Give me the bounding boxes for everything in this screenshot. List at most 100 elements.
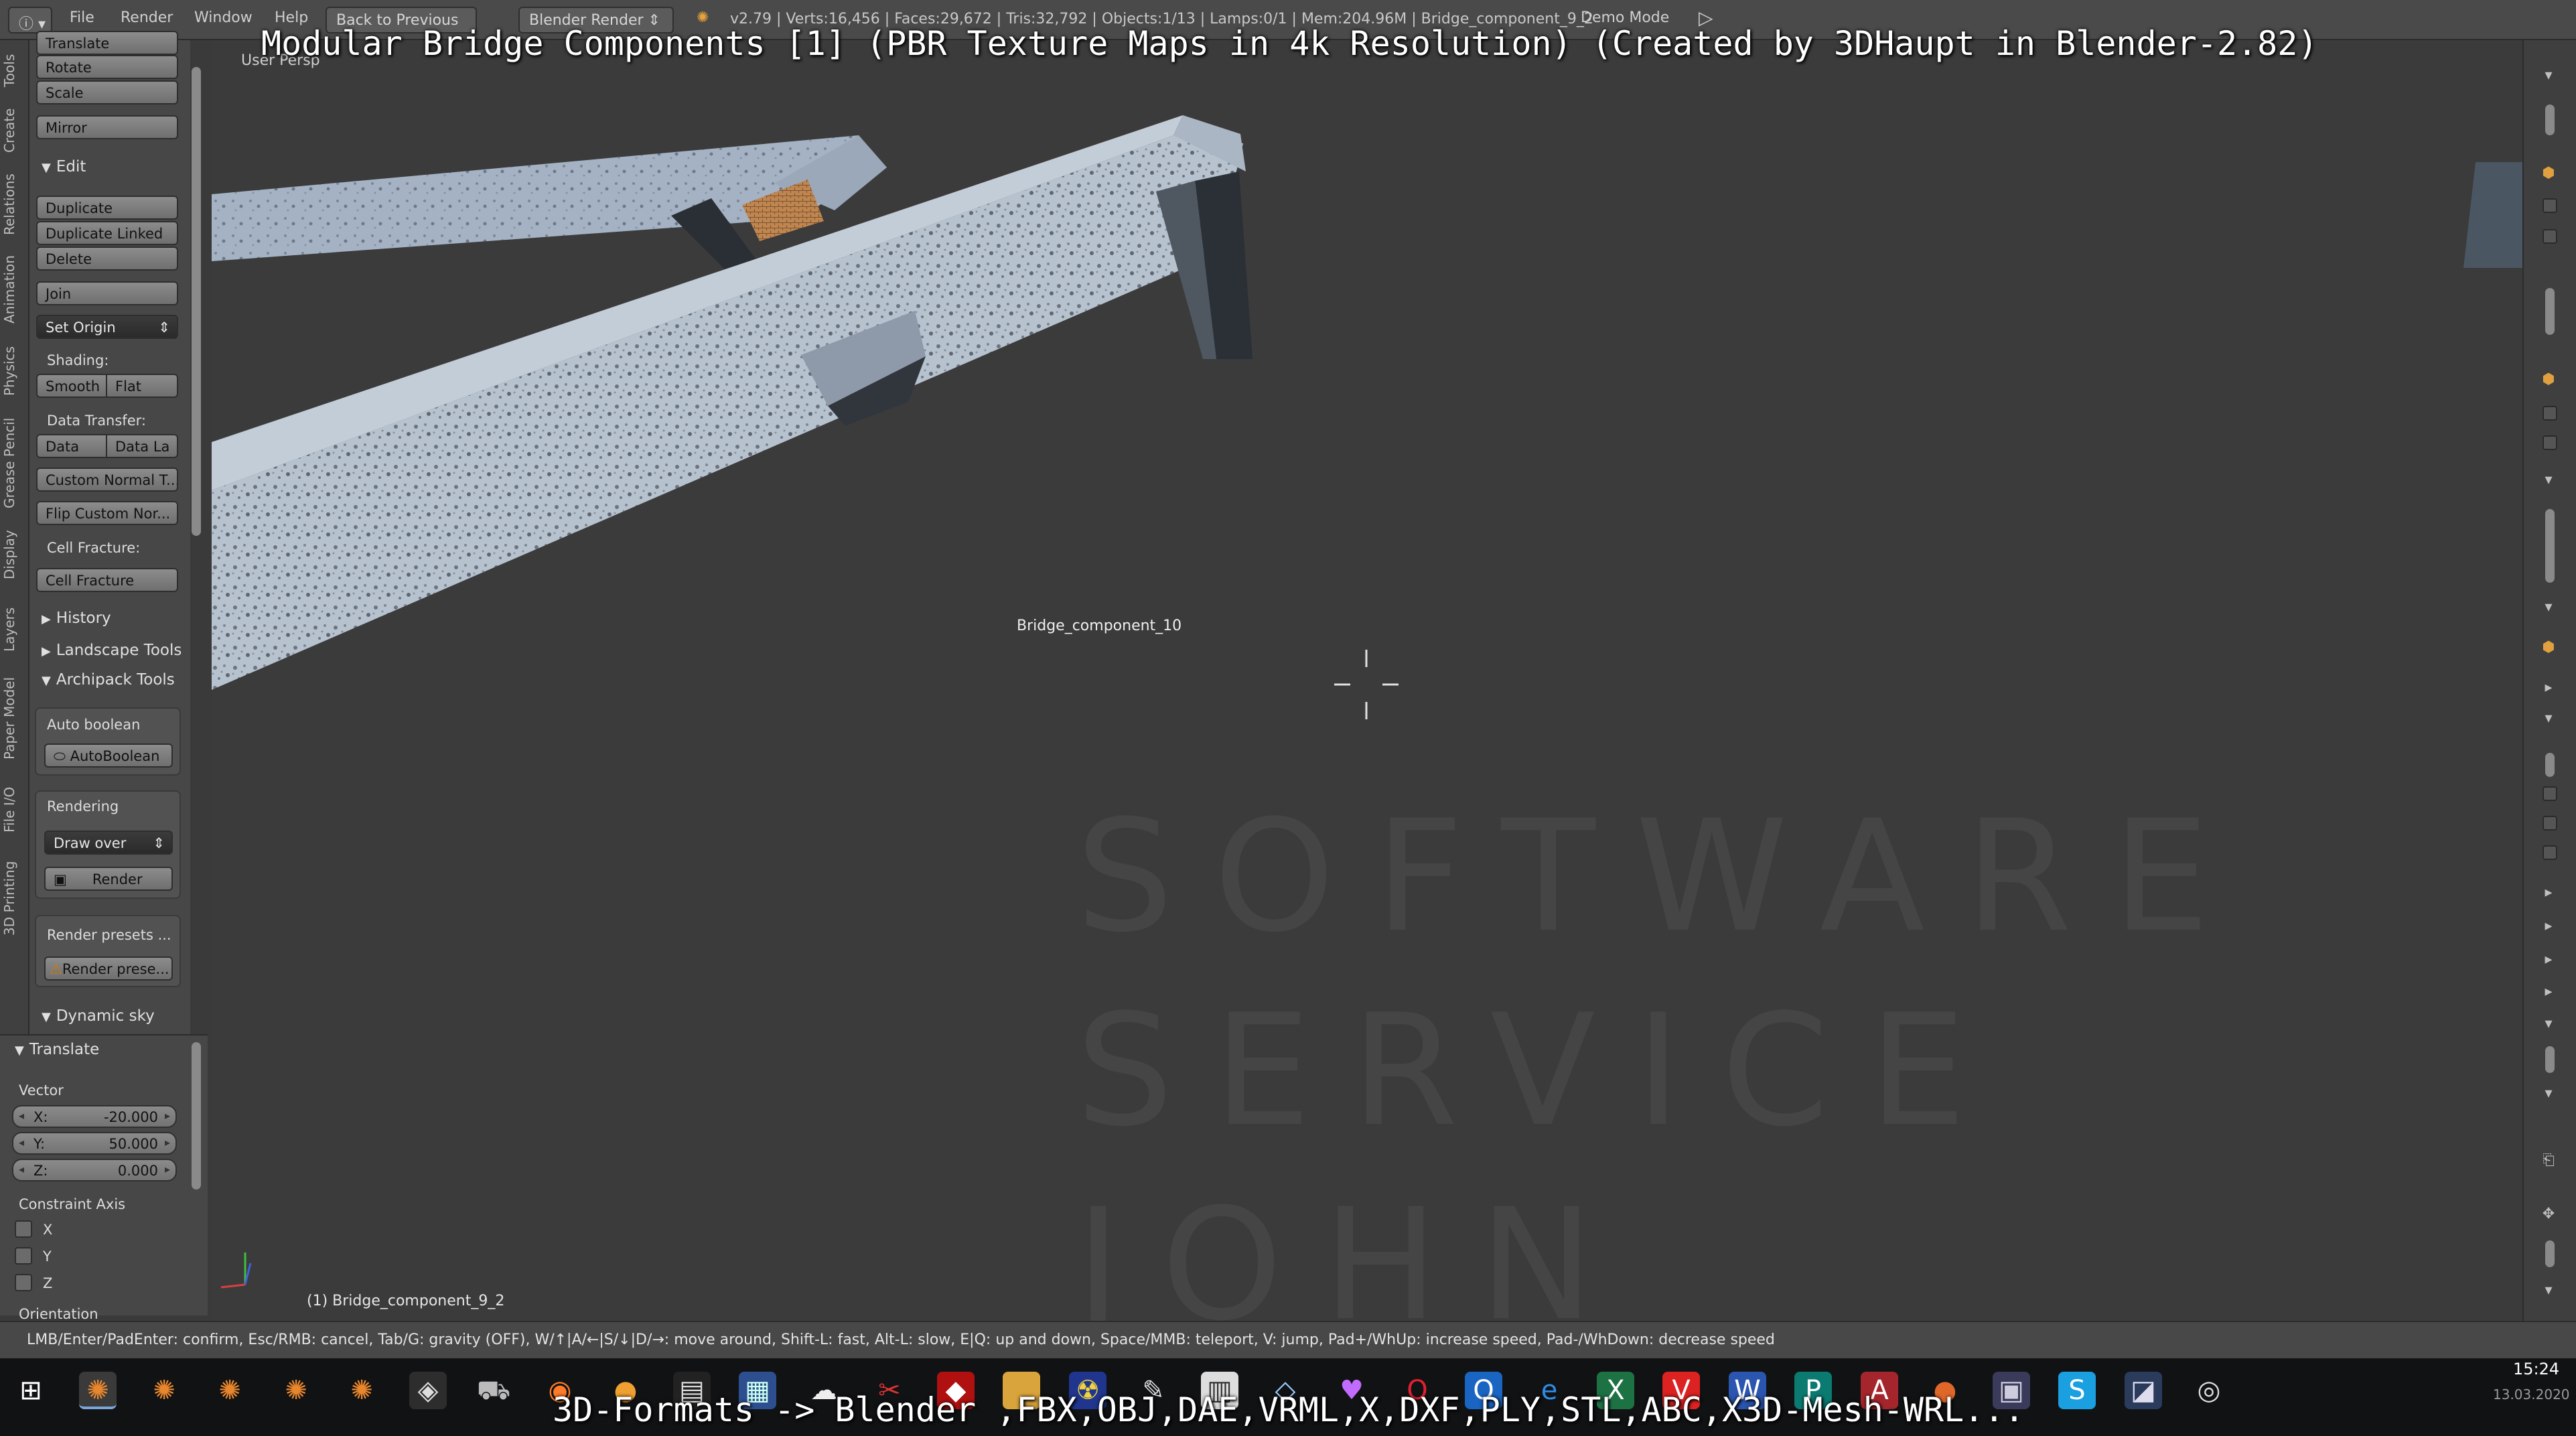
tab-display[interactable]: Display [1, 521, 28, 588]
chevron-down-icon[interactable]: ▾ [2538, 599, 2559, 619]
vector-y-field[interactable]: ◂ Y: 50.000 ▸ [12, 1132, 177, 1155]
tab-layers[interactable]: Layers [1, 596, 28, 663]
set-origin-dropdown[interactable]: Set Origin ⇕ [36, 315, 178, 339]
editor-type-dropdown[interactable]: ⓘ ▾ [8, 7, 52, 33]
translate-button[interactable]: Translate [36, 31, 178, 55]
toggle-slot[interactable] [2543, 229, 2557, 244]
chevron-down-icon[interactable]: ▾ [2538, 472, 2559, 492]
y-field-value: 50.000 [109, 1136, 158, 1152]
chevron-down-icon[interactable]: ▾ [2538, 1015, 2559, 1035]
tab-create[interactable]: Create [1, 100, 28, 161]
blender-icon[interactable]: ✺ [145, 1372, 183, 1409]
duplicate-button[interactable]: Duplicate [36, 196, 178, 220]
slider-handle[interactable] [2545, 1046, 2555, 1073]
windows-start-icon[interactable]: ⊞ [12, 1372, 50, 1409]
car-app-icon[interactable]: ⛟ [475, 1372, 512, 1409]
object-icon[interactable]: ⬢ [2538, 639, 2559, 659]
archipack-header-label: Archipack Tools [56, 671, 175, 689]
data-layout-button[interactable]: Data La [106, 434, 178, 458]
clipboard-icon[interactable]: ⎗ [2538, 1152, 2559, 1172]
toggle-slot[interactable] [2543, 845, 2557, 860]
y-field-label: Y: [33, 1136, 46, 1152]
blender-icon[interactable]: ✺ [277, 1372, 315, 1409]
tab-animation[interactable]: Animation [1, 249, 28, 330]
auto-boolean-button[interactable]: ⬭ AutoBoolean [44, 743, 173, 768]
chevron-down-icon[interactable]: ▾ [2538, 1282, 2559, 1302]
blender-icon[interactable]: ✺ [211, 1372, 248, 1409]
tab-3d-printing[interactable]: 3D Printing [1, 855, 28, 942]
3d-viewport[interactable]: SOFTWARE SERVICE JOHN User Persp Bridge_… [212, 40, 2524, 1321]
chevron-right-icon[interactable]: ▸ [2538, 679, 2559, 699]
flat-button[interactable]: Flat [106, 374, 178, 398]
blender-icon[interactable]: ✺ [343, 1372, 380, 1409]
object-icon[interactable]: ⬢ [2538, 165, 2559, 185]
cell-fracture-button[interactable]: Cell Fracture [36, 568, 178, 592]
decrement-icon: ◂ [19, 1109, 25, 1122]
tab-tools[interactable]: Tools [1, 47, 28, 94]
render-button[interactable]: ▣ Render [44, 867, 173, 891]
tab-file-io[interactable]: File I/O [1, 773, 28, 847]
flip-custom-normals-button[interactable]: Flip Custom Nor... [36, 501, 178, 525]
toggle-slot[interactable] [2543, 786, 2557, 801]
render-presets-button[interactable]: ⚠Render prese... [44, 956, 173, 981]
object-icon[interactable]: ⬢ [2538, 371, 2559, 391]
constraint-x-checkbox[interactable] [15, 1220, 32, 1238]
slider-handle[interactable] [2545, 1240, 2555, 1267]
vector-x-field[interactable]: ◂ X: -20.000 ▸ [12, 1105, 177, 1128]
dynamic-sky-header[interactable]: ▼ Dynamic sky [42, 1007, 155, 1025]
toggle-slot[interactable] [2543, 198, 2557, 213]
tab-physics[interactable]: Physics [1, 338, 28, 405]
chevron-right-icon[interactable]: ▸ [2538, 951, 2559, 971]
data-button[interactable]: Data [36, 434, 107, 458]
slider-handle[interactable] [2545, 509, 2555, 583]
menu-render[interactable]: Render [121, 9, 173, 26]
archipack-tools-header[interactable]: ▼ Archipack Tools [42, 671, 175, 689]
translate-operator-header[interactable]: ▼ Translate [15, 1041, 99, 1058]
menu-file[interactable]: File [70, 9, 94, 26]
duplicate-linked-button[interactable]: Duplicate Linked [36, 221, 178, 245]
toggle-slot[interactable] [2543, 435, 2557, 450]
toggle-slot[interactable] [2543, 406, 2557, 421]
mirror-button[interactable]: Mirror [36, 115, 178, 139]
menu-window[interactable]: Window [194, 9, 253, 26]
custom-normal-button[interactable]: Custom Normal T... [36, 468, 178, 492]
clock-time[interactable]: 15:24 [2513, 1360, 2559, 1378]
axis-gizmo [220, 1252, 252, 1289]
slider-handle[interactable] [2545, 753, 2555, 777]
tab-relations[interactable]: Relations [1, 167, 28, 241]
blender-icon[interactable]: ✺ [79, 1372, 117, 1409]
operator-scrollbar[interactable] [192, 1042, 201, 1190]
status-text: LMB/Enter/PadEnter: confirm, Esc/RMB: ca… [27, 1332, 1775, 1348]
toolshelf-scrollbar[interactable] [192, 67, 201, 536]
media-icon[interactable]: ◎ [2190, 1372, 2228, 1409]
tab-paper-model[interactable]: Paper Model [1, 671, 28, 765]
chevron-down-icon[interactable]: ▾ [2538, 710, 2559, 730]
chevron-right-icon[interactable]: ▸ [2538, 884, 2559, 904]
landscape-tools-header[interactable]: ▶ Landscape Tools [42, 642, 182, 659]
rendering-box: Rendering Draw over ⇕ ▣ Render [35, 790, 181, 899]
chevron-down-icon[interactable]: ▾ [2538, 67, 2559, 87]
chevron-right-icon[interactable]: ▸ [2538, 918, 2559, 938]
scale-button[interactable]: Scale [36, 80, 178, 104]
rotate-button[interactable]: Rotate [36, 55, 178, 79]
constraint-y-checkbox[interactable] [15, 1247, 32, 1265]
delete-button[interactable]: Delete [36, 246, 178, 271]
tab-grease-pencil[interactable]: Grease Pencil [1, 413, 28, 513]
skype-icon[interactable]: S [2058, 1372, 2096, 1409]
clock-date[interactable]: 13.03.2020 [2493, 1386, 2570, 1403]
unity-icon[interactable]: ◈ [409, 1372, 447, 1409]
vector-z-field[interactable]: ◂ Z: 0.000 ▸ [12, 1159, 177, 1181]
smooth-button[interactable]: Smooth [36, 374, 107, 398]
slider-handle[interactable] [2545, 288, 2555, 335]
draw-over-dropdown[interactable]: Draw over ⇕ [44, 831, 173, 855]
app-icon[interactable]: ◪ [2125, 1372, 2162, 1409]
edit-panel-header[interactable]: ▼ Edit [42, 158, 86, 175]
chevron-right-icon[interactable]: ▸ [2538, 983, 2559, 1003]
constraint-z-checkbox[interactable] [15, 1274, 32, 1291]
join-button[interactable]: Join [36, 281, 178, 305]
toggle-slot[interactable] [2543, 816, 2557, 831]
chevron-down-icon[interactable]: ▾ [2538, 1085, 2559, 1105]
slider-handle[interactable] [2545, 104, 2555, 135]
move-icon[interactable]: ✥ [2538, 1206, 2559, 1226]
history-panel-header[interactable]: ▶ History [42, 609, 111, 627]
